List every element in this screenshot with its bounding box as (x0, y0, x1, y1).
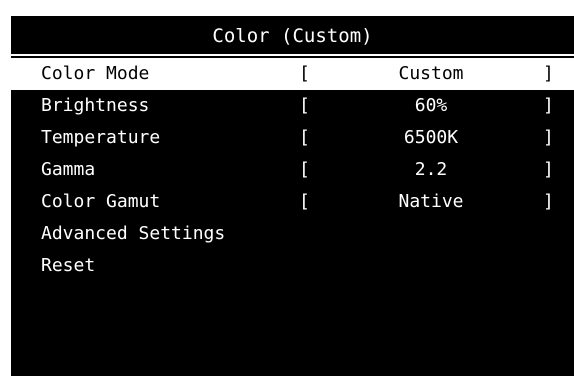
menu-item-label: Temperature (41, 127, 161, 148)
value-bracket-open: [ (299, 63, 310, 84)
value-bracket-open: [ (299, 95, 310, 116)
menu-item-value: 2.2 (414, 159, 448, 180)
menu-item-label: Gamma (41, 159, 96, 180)
monitor-bezel: Color (Custom) Color Mode [ Custom ] Bri… (0, 0, 574, 376)
value-bracket-close: ] (543, 127, 554, 148)
osd-menu-panel: Color (Custom) Color Mode [ Custom ] Bri… (11, 16, 574, 376)
osd-title: Color (Custom) (11, 16, 574, 56)
value-bracket-close: ] (543, 159, 554, 180)
menu-item-color-mode[interactable]: Color Mode [ Custom ] (11, 58, 574, 90)
menu-item-label: Brightness (41, 95, 150, 116)
menu-item-reset[interactable]: Reset (11, 250, 574, 282)
menu-item-label: Color Mode (41, 63, 150, 84)
menu-item-value: Native (398, 191, 464, 212)
value-bracket-open: [ (299, 191, 310, 212)
menu-item-color-gamut[interactable]: Color Gamut [ Native ] (11, 186, 574, 218)
menu-item-temperature[interactable]: Temperature [ 6500K ] (11, 122, 574, 154)
menu-item-value: 60% (414, 95, 448, 116)
value-bracket-close: ] (543, 95, 554, 116)
value-bracket-open: [ (299, 159, 310, 180)
value-bracket-open: [ (299, 127, 310, 148)
menu-item-label: Advanced Settings (41, 223, 226, 244)
value-bracket-close: ] (543, 191, 554, 212)
menu-item-label: Reset (41, 255, 96, 276)
menu-item-gamma[interactable]: Gamma [ 2.2 ] (11, 154, 574, 186)
menu-item-label: Color Gamut (41, 191, 161, 212)
menu-item-advanced-settings[interactable]: Advanced Settings (11, 218, 574, 250)
osd-menu-list: Color Mode [ Custom ] Brightness [ 60% ]… (11, 58, 574, 282)
menu-item-value: 6500K (403, 127, 459, 148)
menu-item-brightness[interactable]: Brightness [ 60% ] (11, 90, 574, 122)
value-bracket-close: ] (543, 63, 554, 84)
menu-item-value: Custom (398, 63, 464, 84)
